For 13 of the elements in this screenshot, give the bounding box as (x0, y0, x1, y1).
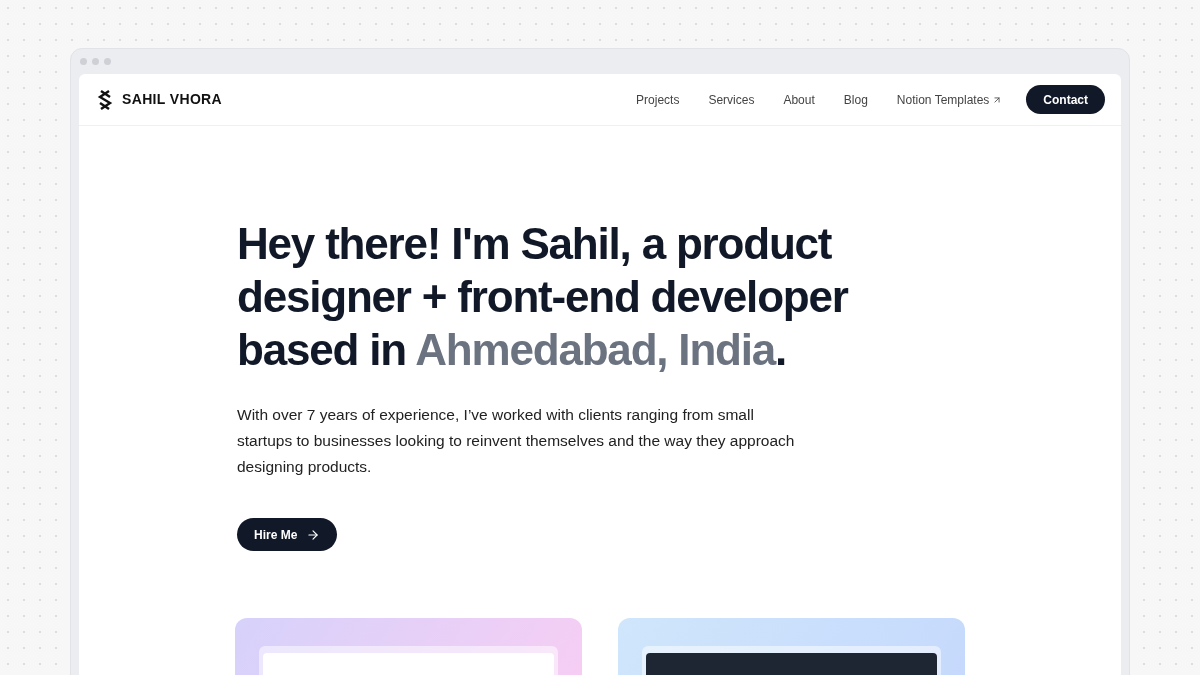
hire-me-button[interactable]: Hire Me (237, 518, 338, 551)
headline: Hey there! I'm Sahil, a product designer + front-end developer based in Ahmedabad, India. (237, 218, 850, 376)
nav-link[interactable]: Blog (843, 90, 868, 109)
contact-button[interactable]: Contact (1026, 85, 1105, 114)
external-link-icon (992, 94, 1003, 105)
logo-text: SAHIL VHORA (122, 90, 223, 109)
logo-icon (96, 88, 114, 111)
window-dots-icon (80, 58, 111, 65)
nav-link[interactable]: About (783, 90, 815, 109)
intro-paragraph: With over 7 years of experience, I’ve worked with clients ranging from small startups to businesses looking to reinvent themselves and the way they approach designing products. (237, 405, 796, 477)
nav-link[interactable]: Services (708, 90, 755, 109)
nav-link[interactable]: Projects (636, 90, 680, 109)
nav-link[interactable]: Notion Templates (896, 90, 1003, 109)
